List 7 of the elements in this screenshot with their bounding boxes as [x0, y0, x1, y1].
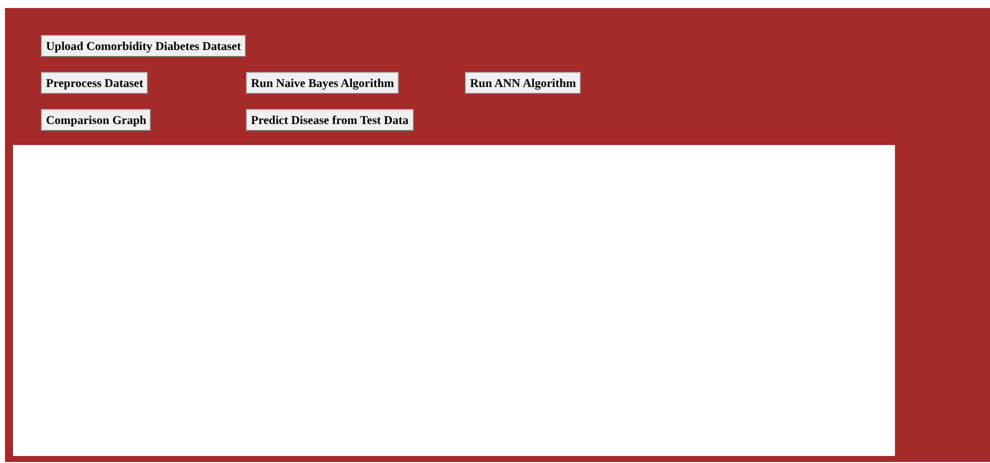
action-button[interactable]: Run ANN Algorithm [465, 72, 582, 94]
action-button[interactable]: Predict Disease from Test Data [246, 109, 414, 131]
action-button[interactable]: Comparison Graph [41, 109, 152, 131]
output-text-area[interactable] [13, 145, 895, 456]
action-button[interactable]: Run Naive Bayes Algorithm [246, 72, 400, 94]
action-button[interactable]: Preprocess Dataset [41, 72, 148, 94]
action-button[interactable]: Upload Comorbidity Diabetes Dataset [41, 35, 246, 57]
